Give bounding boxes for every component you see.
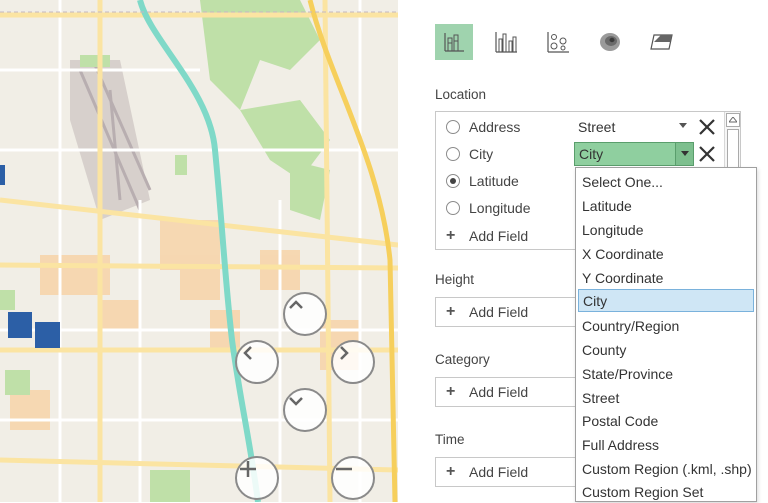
chevron-left-icon <box>243 346 252 360</box>
dropdown-option[interactable]: X Coordinate <box>578 242 754 265</box>
clustered-column-button[interactable] <box>487 24 525 60</box>
region-map-icon <box>650 34 673 50</box>
plus-icon: + <box>446 463 456 480</box>
dropdown-option[interactable]: Y Coordinate <box>578 266 754 289</box>
height-label: Height <box>435 272 475 287</box>
dropdown-option[interactable]: Latitude <box>578 194 754 217</box>
address-radio[interactable] <box>446 120 460 134</box>
pan-right-button[interactable] <box>331 340 375 384</box>
bubble-chart-icon <box>547 32 569 53</box>
stacked-column-icon <box>444 33 464 52</box>
longitude-radio[interactable] <box>446 201 460 215</box>
city-type-select[interactable]: City <box>574 142 694 166</box>
dropdown-option[interactable]: Custom Region Set <box>578 480 754 503</box>
remove-field-icon[interactable] <box>698 145 716 163</box>
plus-icon <box>240 461 256 477</box>
caret-down-icon <box>675 143 693 165</box>
heat-map-button[interactable] <box>591 24 629 60</box>
zoom-out-button[interactable] <box>331 456 375 500</box>
add-field-label: Add Field <box>469 384 529 400</box>
pan-down-button[interactable] <box>283 388 327 432</box>
dropdown-option[interactable]: Longitude <box>578 218 754 241</box>
dropdown-option[interactable]: Full Address <box>578 433 754 456</box>
dropdown-option[interactable]: State/Province <box>578 362 754 385</box>
time-label: Time <box>435 432 465 447</box>
city-type-value: City <box>579 146 604 162</box>
minus-icon <box>336 467 352 471</box>
dropdown-option[interactable]: Postal Code <box>578 409 754 432</box>
address-type-select[interactable]: Street <box>574 115 694 139</box>
dropdown-option-selected[interactable]: City <box>578 289 754 312</box>
location-field-city[interactable]: City City <box>436 142 740 166</box>
add-field-label: Add Field <box>469 464 529 480</box>
data-marker[interactable] <box>35 322 60 348</box>
dropdown-option[interactable]: Select One... <box>578 170 754 193</box>
map-view[interactable] <box>0 0 398 502</box>
heat-map-icon <box>600 33 620 51</box>
city-label: City <box>469 146 494 162</box>
chevron-right-icon <box>340 346 349 360</box>
address-label: Address <box>469 119 521 135</box>
dropdown-option[interactable]: Street <box>578 386 754 409</box>
latitude-label: Latitude <box>469 173 519 189</box>
dropdown-option[interactable]: County <box>578 338 754 361</box>
scroll-up-icon[interactable] <box>726 113 740 127</box>
category-label: Category <box>435 352 490 367</box>
pan-up-button[interactable] <box>283 292 327 336</box>
plus-icon: + <box>446 383 456 400</box>
plus-icon: + <box>446 227 456 244</box>
location-label: Location <box>435 87 487 102</box>
latitude-radio[interactable] <box>446 174 460 188</box>
clustered-column-icon <box>495 32 517 53</box>
plus-icon: + <box>446 303 456 320</box>
chevron-down-icon <box>289 397 303 406</box>
dropdown-option[interactable]: Country/Region <box>578 314 754 337</box>
dropdown-option[interactable]: Custom Region (.kml, .shp) <box>578 457 754 480</box>
longitude-label: Longitude <box>469 200 531 216</box>
map-canvas[interactable] <box>0 0 398 502</box>
geography-type-dropdown[interactable]: Select One... Latitude Longitude X Coord… <box>575 167 757 502</box>
remove-field-icon[interactable] <box>698 118 716 136</box>
bubble-chart-button[interactable] <box>539 24 577 60</box>
address-type-value: Street <box>578 119 616 135</box>
pan-left-button[interactable] <box>235 340 279 384</box>
caret-down-icon <box>676 115 690 137</box>
data-marker[interactable] <box>0 165 5 185</box>
add-field-label: Add Field <box>469 304 529 320</box>
region-map-button[interactable] <box>643 24 681 60</box>
add-field-label: Add Field <box>469 228 529 244</box>
chevron-up-icon <box>289 300 303 309</box>
city-radio[interactable] <box>446 147 460 161</box>
data-marker[interactable] <box>8 312 32 338</box>
zoom-in-button[interactable] <box>235 456 279 500</box>
location-field-address[interactable]: Address Street <box>436 115 740 139</box>
stacked-column-button[interactable] <box>435 24 473 60</box>
